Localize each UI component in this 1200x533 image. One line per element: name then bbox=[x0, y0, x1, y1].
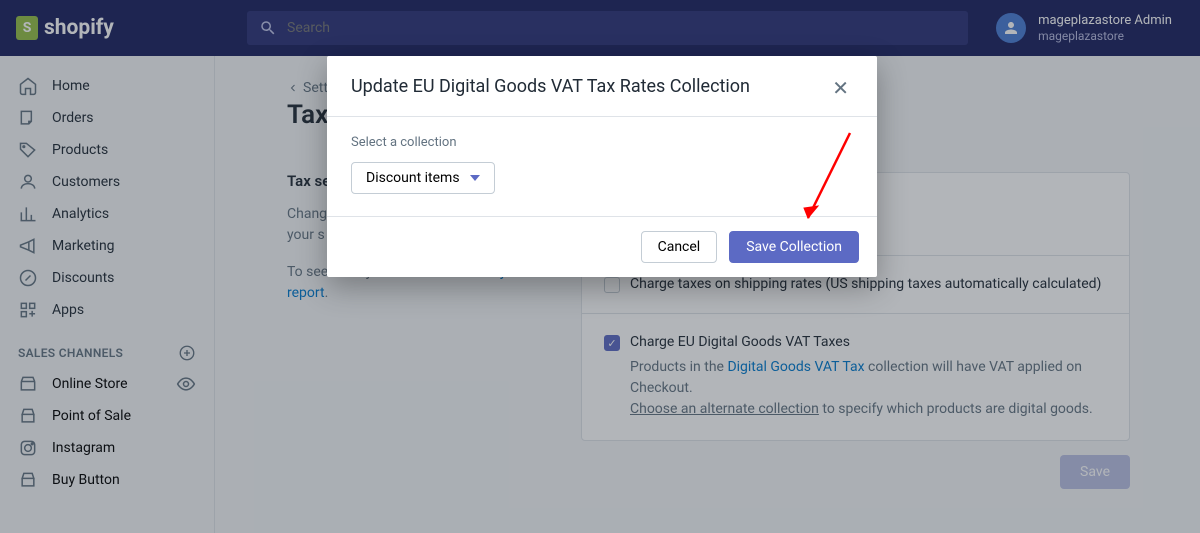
modal-field-label: Select a collection bbox=[351, 135, 853, 150]
save-collection-button[interactable]: Save Collection bbox=[729, 231, 859, 263]
collection-dropdown[interactable]: Discount items bbox=[351, 162, 495, 194]
cancel-button[interactable]: Cancel bbox=[641, 231, 718, 263]
dropdown-value: Discount items bbox=[366, 170, 460, 186]
modal-close-button[interactable]: ✕ bbox=[828, 76, 853, 100]
caret-down-icon bbox=[470, 175, 480, 181]
modal-update-collection: Update EU Digital Goods VAT Tax Rates Co… bbox=[327, 56, 877, 277]
modal-title: Update EU Digital Goods VAT Tax Rates Co… bbox=[351, 76, 750, 97]
close-icon: ✕ bbox=[832, 76, 849, 100]
